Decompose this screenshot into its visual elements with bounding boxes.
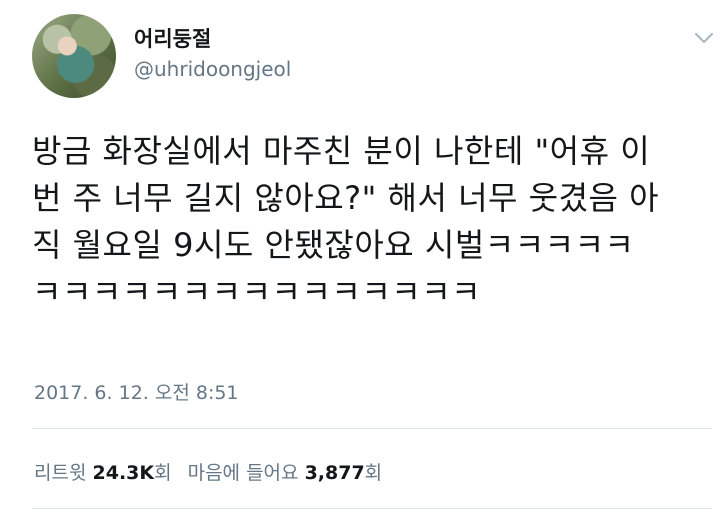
divider xyxy=(32,508,712,509)
like-suffix: 회 xyxy=(364,462,383,484)
chevron-down-icon[interactable] xyxy=(692,26,716,50)
tweet-line: 직 월요일 9시도 안됐잖아요 시벌ㅋㅋㅋㅋㅋ xyxy=(32,226,635,264)
tweet-timestamp[interactable]: 2017. 6. 12. 오전 8:51 xyxy=(34,378,239,405)
tweet-line: 방금 화장실에서 마주친 분이 나한테 "어휴 이 xyxy=(32,132,651,170)
retweet-count: 24.3K xyxy=(92,462,155,484)
retweet-label: 리트윗 xyxy=(34,462,87,484)
tweet-text: 방금 화장실에서 마주친 분이 나한테 "어휴 이 번 주 너무 길지 않아요?… xyxy=(32,128,700,316)
user-handle[interactable]: @uhridoongjeol xyxy=(134,57,291,81)
retweet-suffix: 회 xyxy=(154,462,172,484)
like-stat[interactable]: 마음에 들어요 3,877회 xyxy=(188,462,383,484)
divider xyxy=(32,428,712,429)
tweet-stats: 리트윗 24.3K회 마음에 들어요 3,877회 xyxy=(34,458,382,485)
tweet-line: ㅋㅋㅋㅋㅋㅋㅋㅋㅋㅋㅋㅋㅋㅋㅋ xyxy=(32,273,482,311)
retweet-stat[interactable]: 리트윗 24.3K회 xyxy=(34,462,172,484)
tweet-header: 어리둥절 @uhridoongjeol xyxy=(32,14,713,98)
like-label: 마음에 들어요 xyxy=(187,462,299,484)
tweet-line: 번 주 너무 길지 않아요?" 해서 너무 웃겼음 아 xyxy=(32,179,660,217)
avatar[interactable] xyxy=(32,14,116,98)
like-count: 3,877 xyxy=(304,462,365,484)
display-name[interactable]: 어리둥절 xyxy=(134,23,211,53)
